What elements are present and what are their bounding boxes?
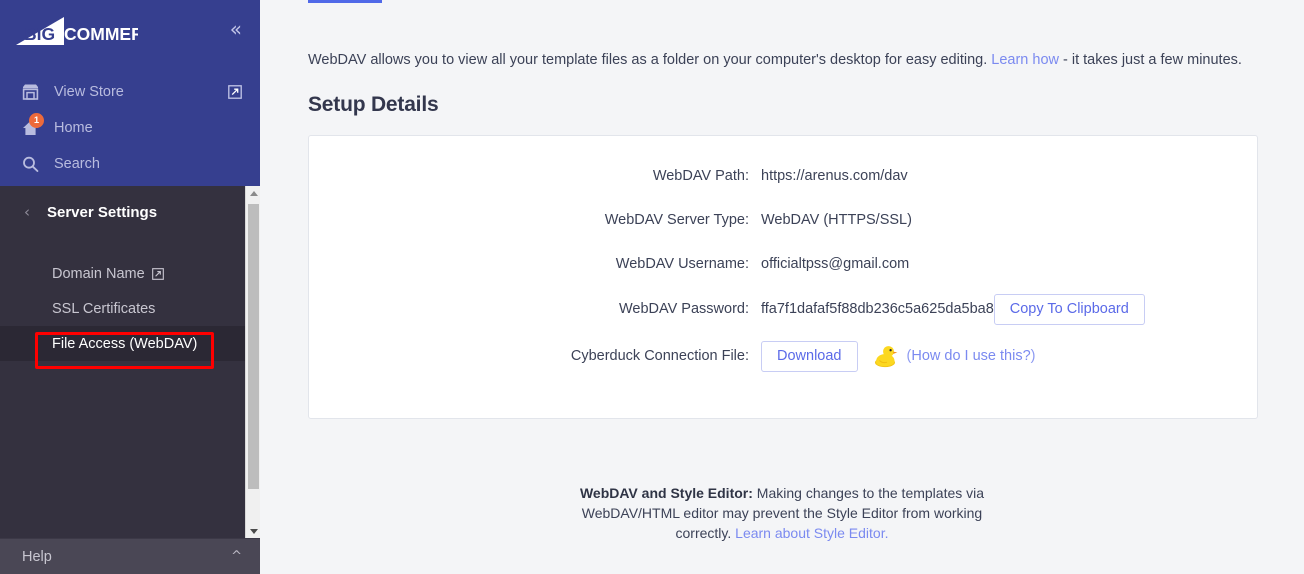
- table-row: WebDAV Username: officialtpss@gmail.com: [309, 242, 1257, 286]
- chevron-up-icon: ^: [231, 549, 242, 564]
- how-do-i-use-this-wrapper: (How do I use this?): [907, 348, 1036, 364]
- bigcommerce-logo-icon: BIG COMMERCE: [16, 15, 138, 47]
- sidebar-secondary-nav: ‹ Server Settings Domain Name SSL Certif…: [0, 186, 260, 538]
- webdav-server-type-label: WebDAV Server Type:: [309, 212, 761, 228]
- table-row: WebDAV Server Type: WebDAV (HTTPS/SSL): [309, 198, 1257, 242]
- sidebar-item-search[interactable]: Search: [0, 146, 260, 182]
- sidebar-item-label: Search: [54, 156, 100, 172]
- help-label: Help: [22, 549, 52, 565]
- logo-commerce-text: COMMERCE: [64, 24, 138, 44]
- learn-how-link[interactable]: Learn how: [991, 52, 1059, 68]
- footer-note-bold: WebDAV and Style Editor:: [580, 485, 753, 501]
- external-link-icon: [152, 268, 164, 280]
- external-link-icon: [228, 85, 242, 99]
- webdav-username-value: officialtpss@gmail.com: [761, 256, 909, 272]
- sidebar: BIG COMMERCE « View Store: [0, 0, 260, 574]
- collapse-sidebar-button[interactable]: «: [230, 19, 242, 39]
- sidebar-scrollbar[interactable]: [245, 186, 260, 538]
- sidebar-top-section: BIG COMMERCE « View Store: [0, 0, 260, 186]
- sidebar-primary-nav: View Store 1 Home: [0, 62, 260, 182]
- footer-note: WebDAV and Style Editor: Making changes …: [260, 483, 1304, 543]
- scrollbar-thumb[interactable]: [248, 204, 259, 489]
- webdav-path-label: WebDAV Path:: [309, 168, 761, 184]
- store-icon: [22, 84, 44, 100]
- sidebar-sub-list: Domain Name SSL Certificates File Access…: [0, 256, 260, 361]
- sidebar-item-view-store[interactable]: View Store: [0, 74, 260, 110]
- sidebar-item-label: View Store: [54, 84, 124, 100]
- search-icon: [22, 156, 44, 172]
- sidebar-item-home[interactable]: 1 Home: [0, 110, 260, 146]
- sidebar-back-server-settings[interactable]: ‹ Server Settings: [0, 186, 260, 238]
- logo-row: BIG COMMERCE «: [0, 0, 260, 62]
- intro-text-after: - it takes just a few minutes.: [1059, 52, 1242, 68]
- table-row: Cyberduck Connection File: Download (How…: [309, 332, 1257, 380]
- table-row: WebDAV Password: ffa7f1dafaf5f88db236c5a…: [309, 286, 1257, 332]
- home-icon: 1: [22, 120, 44, 136]
- tab-strip: [260, 0, 1304, 4]
- chevron-left-icon: ‹: [24, 203, 30, 221]
- how-do-i-use-this-link[interactable]: How do I use this?: [911, 348, 1030, 364]
- sidebar-item-file-access-webdav[interactable]: File Access (WebDAV): [0, 326, 260, 361]
- intro-text-before: WebDAV allows you to view all your templ…: [308, 52, 991, 68]
- table-row: WebDAV Path: https://arenus.com/dav: [309, 154, 1257, 198]
- close-paren: ): [1031, 348, 1036, 364]
- sidebar-item-domain-name[interactable]: Domain Name: [0, 256, 260, 291]
- scroll-up-arrow-icon[interactable]: [246, 186, 261, 200]
- scroll-down-arrow-icon[interactable]: [246, 524, 261, 538]
- webdav-username-label: WebDAV Username:: [309, 256, 761, 272]
- sidebar-item-label: SSL Certificates: [52, 301, 155, 317]
- sidebar-help-button[interactable]: Help ^: [0, 538, 260, 574]
- webdav-path-value: https://arenus.com/dav: [761, 168, 908, 184]
- sidebar-item-label: Home: [54, 120, 93, 136]
- copy-to-clipboard-button[interactable]: Copy To Clipboard: [994, 294, 1145, 325]
- logo-big-text: BIG: [24, 24, 55, 44]
- main-content: WebDAV allows you to view all your templ…: [260, 0, 1304, 574]
- intro-paragraph: WebDAV allows you to view all your templ…: [308, 50, 1264, 70]
- bigcommerce-logo[interactable]: BIG COMMERCE: [16, 16, 138, 46]
- webdav-server-type-value: WebDAV (HTTPS/SSL): [761, 212, 912, 228]
- active-tab-underline: [308, 0, 382, 3]
- sidebar-item-label: Domain Name: [52, 266, 145, 282]
- setup-details-rows: WebDAV Path: https://arenus.com/dav WebD…: [309, 136, 1257, 380]
- app-root: BIG COMMERCE « View Store: [0, 0, 1304, 574]
- sidebar-section-title: Server Settings: [47, 204, 157, 221]
- sidebar-item-ssl-certificates[interactable]: SSL Certificates: [0, 291, 260, 326]
- sidebar-item-label: File Access (WebDAV): [52, 336, 197, 352]
- download-button[interactable]: Download: [761, 341, 858, 372]
- webdav-password-value: ffa7f1dafaf5f88db236c5a625da5ba8: [761, 301, 994, 317]
- cyberduck-connection-file-label: Cyberduck Connection File:: [309, 348, 761, 364]
- page-title: Setup Details: [308, 93, 438, 117]
- webdav-password-label: WebDAV Password:: [309, 301, 761, 317]
- home-notification-badge: 1: [29, 113, 44, 128]
- learn-about-style-editor-link[interactable]: Learn about Style Editor.: [735, 525, 888, 541]
- setup-details-card: WebDAV Path: https://arenus.com/dav WebD…: [308, 135, 1258, 419]
- rubber-duck-icon: [872, 343, 898, 369]
